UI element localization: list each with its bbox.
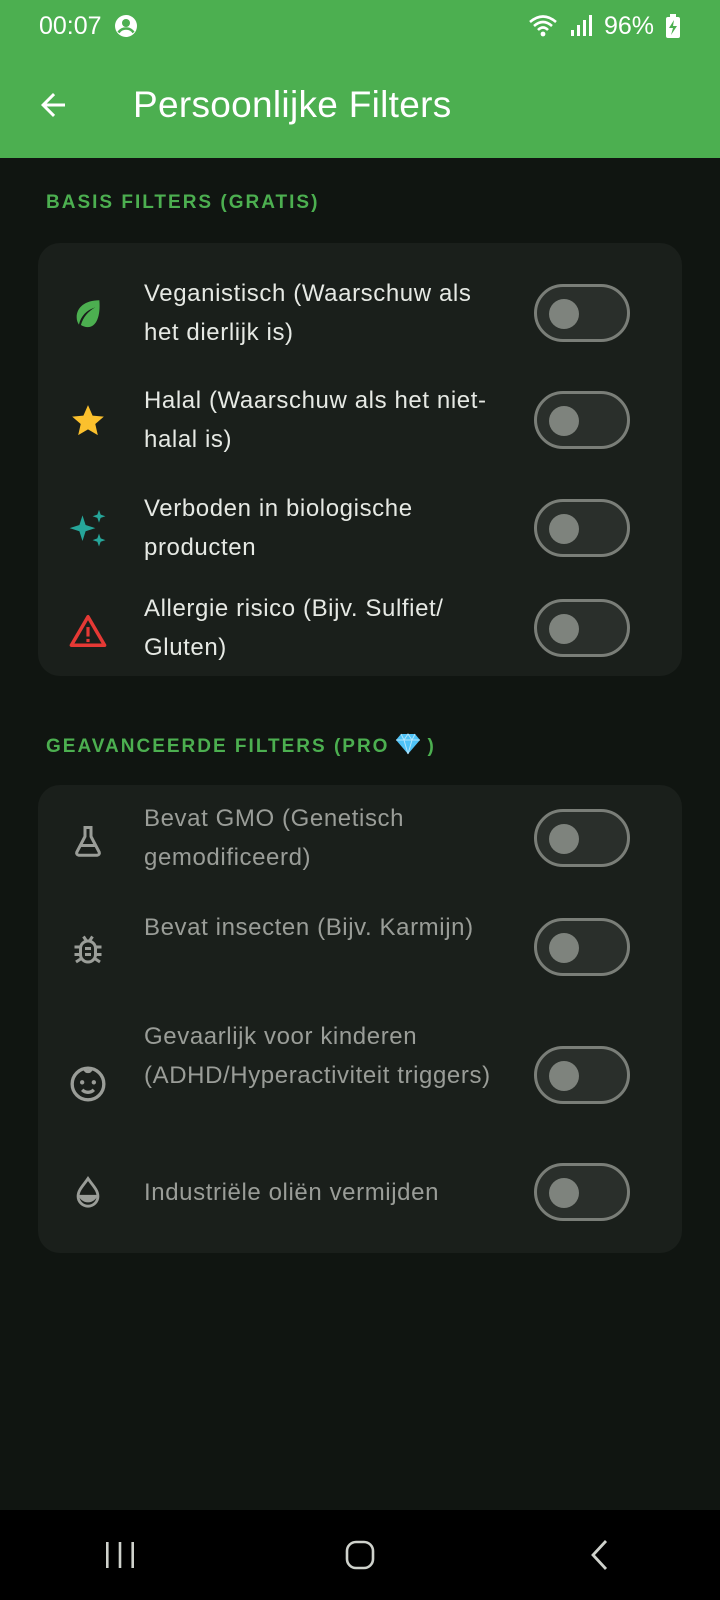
wifi-icon bbox=[528, 14, 558, 38]
battery-charging-icon bbox=[666, 14, 680, 38]
filter-label: Halal (Waarschuw als het niet-halal is) bbox=[144, 387, 487, 453]
filter-label: Bevat GMO (Genetisch gemodificeerd) bbox=[144, 805, 405, 871]
app-bar: Persoonlijke Filters bbox=[0, 52, 720, 158]
leaf-icon bbox=[66, 291, 110, 335]
bug-icon bbox=[66, 928, 110, 972]
recent-apps-icon bbox=[106, 1542, 134, 1568]
filter-row-biological: Verboden in biologische producten bbox=[38, 480, 682, 580]
filter-label: Allergie risico (Bijv. Sulfiet/ Gluten) bbox=[144, 595, 444, 661]
vegan-toggle[interactable] bbox=[534, 284, 630, 342]
filter-row-gmo: Bevat GMO (Genetisch gemodificeerd) bbox=[38, 799, 682, 899]
basis-filters-card: Veganistisch (Waarschuw als het dierlijk… bbox=[38, 243, 682, 676]
flask-icon bbox=[66, 819, 110, 863]
warning-icon bbox=[66, 609, 110, 653]
status-bar: 00:07 96% bbox=[0, 0, 720, 52]
gem-icon bbox=[395, 733, 421, 761]
status-left: 00:07 bbox=[39, 12, 138, 41]
arrow-left-icon bbox=[41, 93, 65, 117]
filter-row-oils: Industriële oliën vermijden bbox=[38, 1155, 682, 1235]
filter-label: Verboden in biologische producten bbox=[144, 495, 413, 561]
biological-toggle[interactable] bbox=[534, 499, 630, 557]
back-nav-button[interactable] bbox=[560, 1525, 640, 1585]
oil-drop-icon bbox=[66, 1170, 110, 1214]
back-button[interactable] bbox=[25, 77, 81, 133]
allergy-toggle[interactable] bbox=[534, 599, 630, 657]
status-time: 00:07 bbox=[39, 11, 102, 40]
chevron-left-icon bbox=[591, 1540, 608, 1570]
star-icon bbox=[66, 399, 110, 443]
gmo-toggle[interactable] bbox=[534, 809, 630, 867]
page-title: Persoonlijke Filters bbox=[133, 84, 452, 125]
section-header-basis: BASIS FILTERS (GRATIS) bbox=[46, 192, 319, 214]
home-icon bbox=[345, 1540, 375, 1570]
filter-row-halal: Halal (Waarschuw als het niet-halal is) bbox=[38, 371, 682, 471]
system-navigation-bar bbox=[0, 1510, 720, 1600]
filter-label: Gevaarlijk voor kinderen (ADHD/Hyperacti… bbox=[144, 1023, 491, 1089]
filter-row-vegan: Veganistisch (Waarschuw als het dierlijk… bbox=[38, 263, 682, 363]
filter-row-children: Gevaarlijk voor kinderen (ADHD/Hyperacti… bbox=[38, 1017, 682, 1149]
oils-toggle[interactable] bbox=[534, 1163, 630, 1221]
signal-icon bbox=[570, 15, 592, 37]
section-header-advanced: GEAVANCEERDE FILTERS (PRO ) bbox=[46, 733, 436, 761]
children-toggle[interactable] bbox=[534, 1046, 630, 1104]
filter-label: Veganistisch (Waarschuw als het dierlijk… bbox=[144, 280, 472, 346]
home-button[interactable] bbox=[320, 1525, 400, 1585]
battery-percentage: 96% bbox=[603, 11, 654, 40]
advanced-filters-card: Bevat GMO (Genetisch gemodificeerd) Beva… bbox=[38, 785, 682, 1253]
filter-row-insects: Bevat insecten (Bijv. Karmijn) bbox=[38, 908, 682, 1008]
recent-apps-button[interactable] bbox=[80, 1525, 160, 1585]
sparkles-icon bbox=[66, 508, 110, 552]
section-header-label: GEAVANCEERDE FILTERS (PRO bbox=[46, 736, 390, 757]
section-header-suffix: ) bbox=[427, 736, 436, 757]
child-face-icon bbox=[66, 1062, 110, 1106]
filter-label: Industriële oliën vermijden bbox=[144, 1179, 440, 1206]
halal-toggle[interactable] bbox=[534, 391, 630, 449]
filter-label: Bevat insecten (Bijv. Karmijn) bbox=[144, 914, 474, 941]
status-right: 96% bbox=[528, 12, 680, 41]
section-header-label: BASIS FILTERS (GRATIS) bbox=[46, 192, 320, 213]
account-icon bbox=[114, 14, 138, 38]
insects-toggle[interactable] bbox=[534, 918, 630, 976]
filter-row-allergy: Allergie risico (Bijv. Sulfiet/ Gluten) bbox=[38, 589, 682, 689]
